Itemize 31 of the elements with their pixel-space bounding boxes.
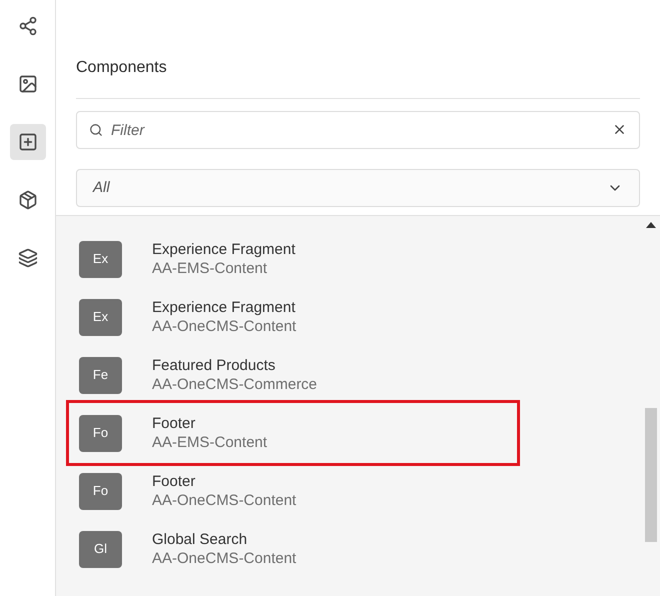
component-badge: Ex	[79, 240, 122, 278]
box-icon	[18, 190, 38, 210]
component-group: AA-OneCMS-Content	[152, 549, 296, 568]
component-item[interactable]: Fo Footer AA-EMS-Content	[66, 400, 520, 466]
component-name: Footer	[152, 472, 196, 491]
component-name: Global Search	[152, 530, 248, 549]
component-badge: Fo	[79, 472, 122, 510]
filter-field[interactable]: Filter	[76, 111, 640, 149]
component-group: AA-EMS-Content	[152, 433, 268, 452]
plus-square-icon	[18, 132, 38, 152]
component-badge: Gl	[79, 530, 122, 568]
group-select[interactable]: All	[76, 169, 640, 207]
component-name: Experience Fragment	[152, 240, 296, 259]
component-name: Footer	[152, 414, 196, 433]
rail-button[interactable]	[10, 124, 46, 160]
component-name: Featured Products	[152, 356, 276, 375]
component-group: AA-EMS-Content	[152, 259, 296, 278]
component-badge: Fo	[79, 414, 122, 452]
scroll-thumb[interactable]	[645, 408, 657, 542]
search-icon	[89, 123, 103, 137]
layers-icon	[18, 248, 38, 268]
clear-icon[interactable]	[612, 122, 627, 137]
component-name: Experience Fragment	[152, 298, 296, 317]
scroll-up-icon[interactable]	[646, 222, 656, 228]
component-group: AA-OneCMS-Content	[152, 491, 296, 510]
component-group: AA-OneCMS-Commerce	[152, 375, 318, 394]
component-badge: Fe	[79, 356, 122, 394]
component-badge: Ex	[79, 298, 122, 336]
image-icon	[18, 74, 38, 94]
component-group: AA-OneCMS-Content	[152, 317, 296, 336]
share-icon	[18, 16, 38, 36]
